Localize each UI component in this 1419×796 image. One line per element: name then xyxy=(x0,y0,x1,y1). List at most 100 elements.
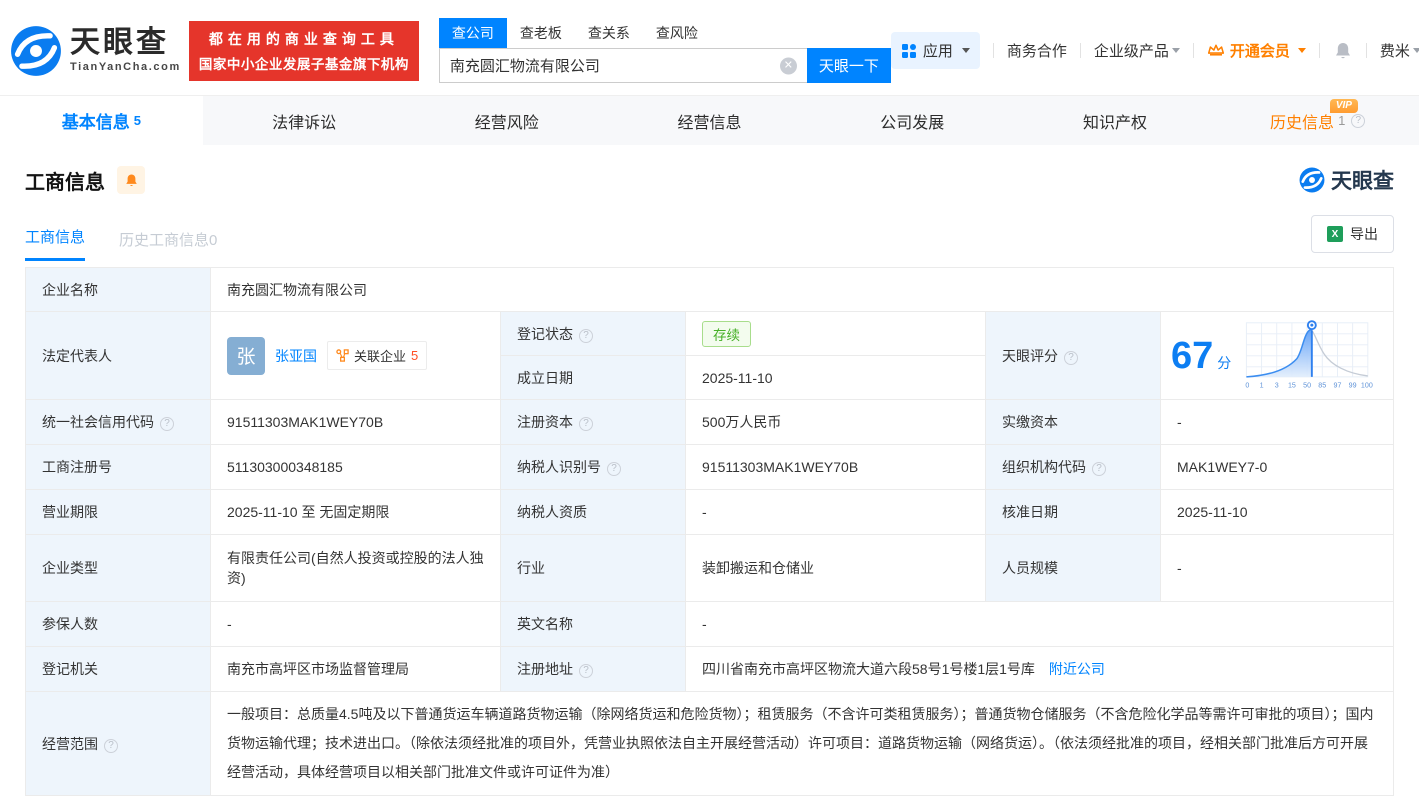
table-row: 参保人数 - 英文名称 - xyxy=(25,601,1394,647)
search-tab-risk[interactable]: 查风险 xyxy=(643,18,711,48)
search-tab-boss[interactable]: 查老板 xyxy=(507,18,575,48)
chevron-down-icon xyxy=(1297,48,1306,53)
tab-basic-info-count: 5 xyxy=(133,113,141,128)
english-name-label: 英文名称 xyxy=(500,601,686,647)
business-cooperation-link[interactable]: 商务合作 xyxy=(1007,40,1067,61)
credit-code-label-text: 统一社会信用代码 xyxy=(42,414,154,430)
open-vip-menu[interactable]: 开通会员 xyxy=(1207,40,1306,61)
legal-rep-cell: 张 张亚国 关联企业 5 xyxy=(210,311,501,400)
taxpayer-id-label: 纳税人识别号? xyxy=(500,444,686,490)
nearby-companies-link[interactable]: 附近公司 xyxy=(1049,661,1105,677)
table-row: 企业类型 有限责任公司(自然人投资或控股的法人独资) 行业 装卸搬运和仓储业 人… xyxy=(25,534,1394,602)
tianyancha-watermark-text: 天眼查 xyxy=(1331,170,1394,193)
top-right-nav: 应用 商务合作 企业级产品 开通会员 费米 xyxy=(890,32,1419,69)
svg-text:99: 99 xyxy=(1349,381,1357,389)
top-header: 天眼查 TianYanCha.com 都在用的商业查询工具 国家中小企业发展子基… xyxy=(0,0,1419,95)
reg-authority-label: 登记机关 xyxy=(25,646,211,692)
brand-slogan-banner: 都在用的商业查询工具 国家中小企业发展子基金旗下机构 xyxy=(188,20,419,81)
tab-legal-proceedings-label: 法律诉讼 xyxy=(272,114,337,132)
reg-address-cell: 四川省南充市高坪区物流大道六段58号1号楼1层1号库 附近公司 xyxy=(685,646,1394,692)
tab-company-development[interactable]: 公司发展 xyxy=(811,96,1014,145)
reg-authority-value: 南充市高坪区市场监督管理局 xyxy=(210,646,501,692)
tab-intellectual-property-label: 知识产权 xyxy=(1082,114,1147,132)
tyc-score-cell: 67 分 0 1 3 15 50 85 97 99 100 xyxy=(1160,311,1394,400)
tab-basic-info-label: 基本信息 xyxy=(61,113,130,132)
search-tab-company[interactable]: 查公司 xyxy=(438,18,507,48)
crown-icon xyxy=(1207,44,1224,56)
table-row: 经营范围? 一般项目：总质量4.5吨及以下普通货运车辆道路货物运输（除网络货运和… xyxy=(25,691,1394,796)
search-tab-relation[interactable]: 查关系 xyxy=(575,18,643,48)
tianyancha-watermark: 天眼查 xyxy=(1299,165,1394,195)
company-name-value: 南充圆汇物流有限公司 xyxy=(210,267,1394,312)
status-badge: 存续 xyxy=(702,320,751,347)
legal-rep-label: 法定代表人 xyxy=(25,311,211,400)
table-row: 营业期限 2025-11-10 至 无固定期限 纳税人资质 - 核准日期 202… xyxy=(25,489,1394,535)
tab-intellectual-property[interactable]: 知识产权 xyxy=(1014,96,1217,145)
avatar[interactable]: 张 xyxy=(227,336,265,375)
reg-number-value: 511303000348185 xyxy=(210,444,501,490)
chevron-down-icon xyxy=(1171,48,1180,53)
tab-business-info[interactable]: 经营信息 xyxy=(608,96,811,145)
help-icon[interactable]: ? xyxy=(160,417,174,431)
paid-capital-label: 实缴资本 xyxy=(985,399,1161,445)
tyc-score-label: 天眼评分? xyxy=(985,311,1161,400)
open-vip-label: 开通会员 xyxy=(1229,43,1290,60)
tab-history-info-count: 1 xyxy=(1338,113,1346,128)
business-term-value: 2025-11-10 至 无固定期限 xyxy=(210,489,501,535)
reg-address-value: 四川省南充市高坪区物流大道六段58号1号楼1层1号库 xyxy=(702,661,1035,677)
tab-history-info-label: 历史信息 xyxy=(1270,114,1335,132)
slogan-line2: 国家中小企业发展子基金旗下机构 xyxy=(198,56,409,72)
help-icon[interactable]: ? xyxy=(1064,350,1078,365)
help-icon[interactable]: ? xyxy=(1351,113,1366,128)
business-term-label: 营业期限 xyxy=(25,489,211,535)
svg-text:100: 100 xyxy=(1361,381,1373,389)
enterprise-products-label: 企业级产品 xyxy=(1093,43,1169,60)
business-scope-value: 一般项目：总质量4.5吨及以下普通货运车辆道路货物运输（除网络货运和危险货物）；… xyxy=(210,691,1394,796)
tab-history-info[interactable]: VIP 历史信息 1 ? xyxy=(1216,96,1419,145)
table-row: 登记机关 南充市高坪区市场监督管理局 注册地址? 四川省南充市高坪区物流大道六段… xyxy=(25,646,1394,692)
subtab-history-registration[interactable]: 历史工商信息0 xyxy=(119,229,217,261)
reg-capital-label-text: 注册资本 xyxy=(517,414,573,430)
notification-bell-icon[interactable] xyxy=(1333,41,1353,61)
tab-operating-risk[interactable]: 经营风险 xyxy=(405,96,608,145)
user-menu[interactable]: 费米 xyxy=(1380,40,1419,61)
slogan-line1: 都在用的商业查询工具 xyxy=(208,30,399,47)
tab-legal-proceedings[interactable]: 法律诉讼 xyxy=(203,96,406,145)
monitor-bell-button[interactable] xyxy=(117,166,145,194)
establish-date-value: 2025-11-10 xyxy=(685,355,986,400)
help-icon[interactable]: ? xyxy=(104,738,118,753)
approval-date-label: 核准日期 xyxy=(985,489,1161,535)
score-axis-labels: 0 1 3 15 50 85 97 99 100 xyxy=(1245,381,1372,389)
tab-operating-risk-label: 经营风险 xyxy=(474,114,539,132)
taxpayer-quality-label: 纳税人资质 xyxy=(500,489,686,535)
approval-date-value: 2025-11-10 xyxy=(1160,489,1394,535)
help-icon[interactable]: ? xyxy=(579,328,593,343)
legal-rep-link[interactable]: 张亚国 xyxy=(275,346,317,366)
tab-basic-info[interactable]: 基本信息 5 xyxy=(0,96,203,145)
enterprise-products-menu[interactable]: 企业级产品 xyxy=(1094,40,1180,61)
search-area: 查公司 查老板 查关系 查风险 ✕ 天眼一下 xyxy=(438,18,891,83)
svg-text:85: 85 xyxy=(1318,381,1326,389)
help-icon[interactable]: ? xyxy=(579,417,593,431)
english-name-value: - xyxy=(685,601,1394,647)
table-row: 工商注册号 511303000348185 纳税人识别号? 91511303MA… xyxy=(25,444,1394,490)
score-unit: 分 xyxy=(1217,354,1232,371)
search-button[interactable]: 天眼一下 xyxy=(806,48,891,83)
clear-search-icon[interactable]: ✕ xyxy=(779,57,797,74)
brand-name: 天眼查 xyxy=(70,26,169,59)
help-icon[interactable]: ? xyxy=(1092,462,1106,476)
help-icon[interactable]: ? xyxy=(579,664,593,678)
help-icon[interactable]: ? xyxy=(607,462,621,476)
related-companies-badge[interactable]: 关联企业 5 xyxy=(327,341,428,370)
table-row: 企业名称 南充圆汇物流有限公司 xyxy=(25,267,1394,312)
tianyancha-logo[interactable]: 天眼查 TianYanCha.com xyxy=(10,25,181,77)
search-input[interactable] xyxy=(438,48,807,83)
subtab-business-registration[interactable]: 工商信息 xyxy=(25,226,86,261)
tab-business-info-label: 经营信息 xyxy=(677,114,742,132)
svg-text:97: 97 xyxy=(1334,381,1342,389)
business-scope-label: 经营范围? xyxy=(25,691,211,796)
export-button[interactable]: X 导出 xyxy=(1311,215,1394,253)
tyc-score-label-text: 天眼评分 xyxy=(1002,347,1058,364)
company-name-label: 企业名称 xyxy=(25,267,211,312)
apps-menu[interactable]: 应用 xyxy=(890,32,980,69)
